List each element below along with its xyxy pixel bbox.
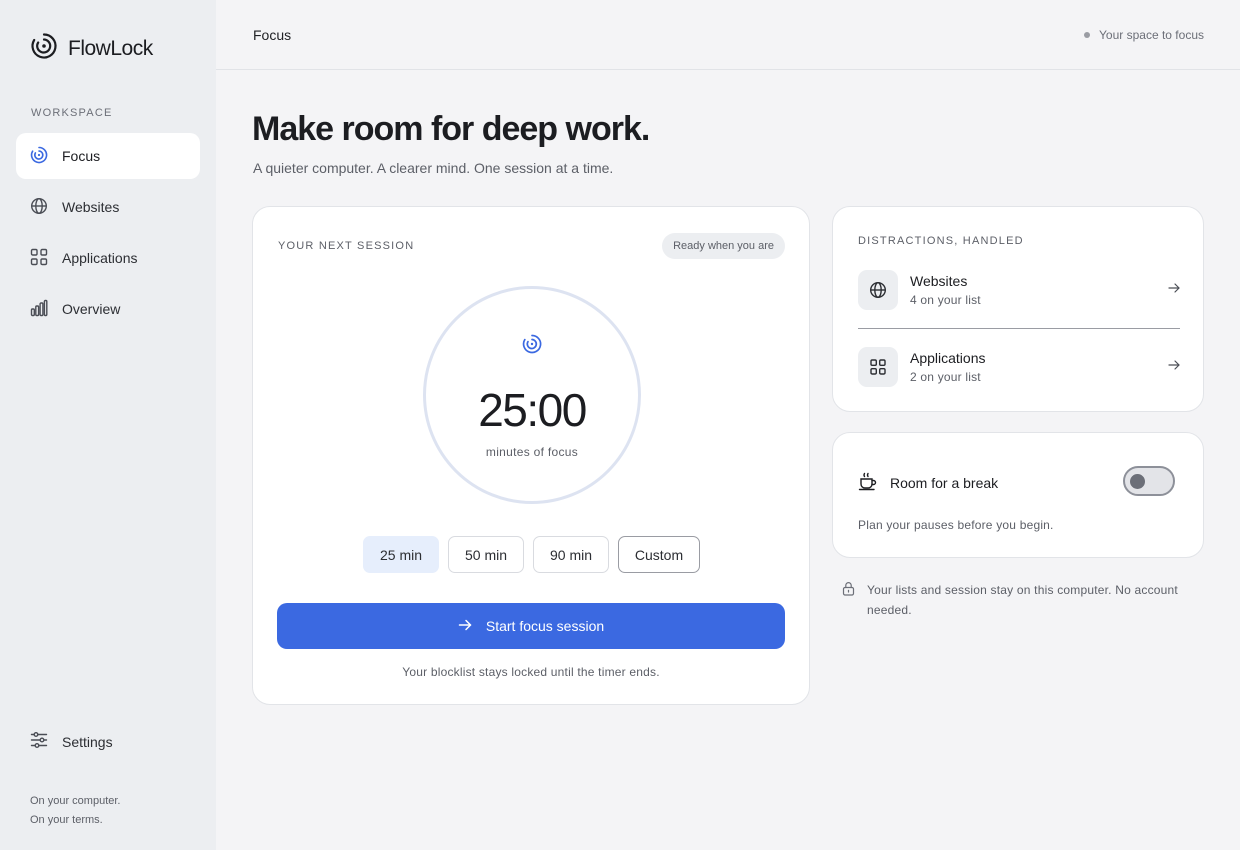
duration-25-button[interactable]: 25 min <box>363 536 439 573</box>
arrow-right-icon <box>1168 358 1180 376</box>
distraction-title: Applications <box>910 350 986 366</box>
duration-selector: 25 min 50 min 90 min Custom <box>363 536 700 573</box>
divider <box>858 328 1180 329</box>
grid-icon <box>858 347 898 387</box>
privacy-text: Your lists and session stay on this comp… <box>867 583 1178 617</box>
focus-spiral-icon <box>30 146 48 167</box>
start-button-label: Start focus session <box>485 618 605 634</box>
start-focus-session-button[interactable]: Start focus session <box>277 603 785 649</box>
distraction-count: 2 on your list <box>910 370 981 384</box>
distractions-card-label: DISTRACTIONS, HANDLED <box>858 235 1024 247</box>
session-note: Your blocklist stays locked until the ti… <box>402 665 660 679</box>
timer-dial: 25:00 minutes of focus <box>423 286 641 504</box>
break-note: Plan your pauses before you begin. <box>858 518 1054 532</box>
coffee-cup-icon <box>858 471 878 494</box>
distraction-title: Websites <box>910 273 968 289</box>
duration-custom-button[interactable]: Custom <box>618 536 700 573</box>
hero-headline: Make room for deep work. <box>252 110 650 148</box>
privacy-note: Your lists and session stay on this comp… <box>842 580 1192 620</box>
sidebar-nav: Focus Websites Applications Overview <box>16 133 200 337</box>
footer-line: On your terms. <box>30 814 103 826</box>
toggle-knob <box>1130 474 1145 489</box>
globe-icon <box>30 197 48 218</box>
sidebar: FlowLock WORKSPACE Focus Websites Applic… <box>0 0 216 850</box>
duration-50-button[interactable]: 50 min <box>448 536 524 573</box>
arrow-right-icon <box>458 618 472 635</box>
timer-caption: minutes of focus <box>485 445 579 459</box>
distractions-card: DISTRACTIONS, HANDLED Websites 4 on your… <box>832 206 1204 412</box>
sidebar-item-label: Overview <box>62 301 121 317</box>
flowlock-logo-icon <box>30 32 58 65</box>
grid-icon <box>30 248 48 269</box>
globe-icon <box>858 270 898 310</box>
footer-line: On your computer. <box>30 795 121 807</box>
ready-status-badge: Ready when you are <box>662 233 785 259</box>
arrow-right-icon <box>1168 281 1180 299</box>
sidebar-item-focus[interactable]: Focus <box>16 133 200 179</box>
break-title: Room for a break <box>890 474 999 491</box>
sliders-icon <box>30 731 48 752</box>
page-title: Focus <box>253 27 292 43</box>
distraction-count: 4 on your list <box>910 293 981 307</box>
topbar: Focus Your space to focus <box>216 0 1240 70</box>
focus-spiral-icon <box>522 334 542 359</box>
brand[interactable]: FlowLock <box>30 32 153 65</box>
duration-90-button[interactable]: 90 min <box>533 536 609 573</box>
session-card: YOUR NEXT SESSION Ready when you are 25:… <box>252 206 810 705</box>
status-indicator: Your space to focus <box>1084 28 1204 42</box>
sidebar-item-settings[interactable]: Settings <box>30 731 113 752</box>
sidebar-item-label: Websites <box>62 199 120 215</box>
sidebar-item-applications[interactable]: Applications <box>16 235 200 281</box>
timer-value: 25:00 <box>478 384 587 436</box>
break-card: Room for a break Plan your pauses before… <box>832 432 1204 558</box>
session-card-label: YOUR NEXT SESSION <box>278 240 415 252</box>
bar-chart-icon <box>30 299 48 320</box>
workspace-section-label: WORKSPACE <box>31 107 113 119</box>
sidebar-footer: On your computer. On your terms. <box>30 792 121 830</box>
sidebar-item-label: Focus <box>62 148 101 164</box>
status-text: Your space to focus <box>1099 28 1204 42</box>
hero-subhead: A quieter computer. A clearer mind. One … <box>253 160 614 176</box>
break-toggle[interactable] <box>1123 466 1175 496</box>
settings-label: Settings <box>62 733 113 750</box>
sidebar-item-label: Applications <box>62 250 138 266</box>
app-name: FlowLock <box>68 36 153 60</box>
lock-icon <box>842 580 855 620</box>
sidebar-item-websites[interactable]: Websites <box>16 184 200 230</box>
distraction-row-applications[interactable]: Applications 2 on your list <box>858 346 1180 388</box>
sidebar-item-overview[interactable]: Overview <box>16 286 200 332</box>
status-dot-icon <box>1084 32 1091 38</box>
distraction-row-websites[interactable]: Websites 4 on your list <box>858 269 1180 311</box>
